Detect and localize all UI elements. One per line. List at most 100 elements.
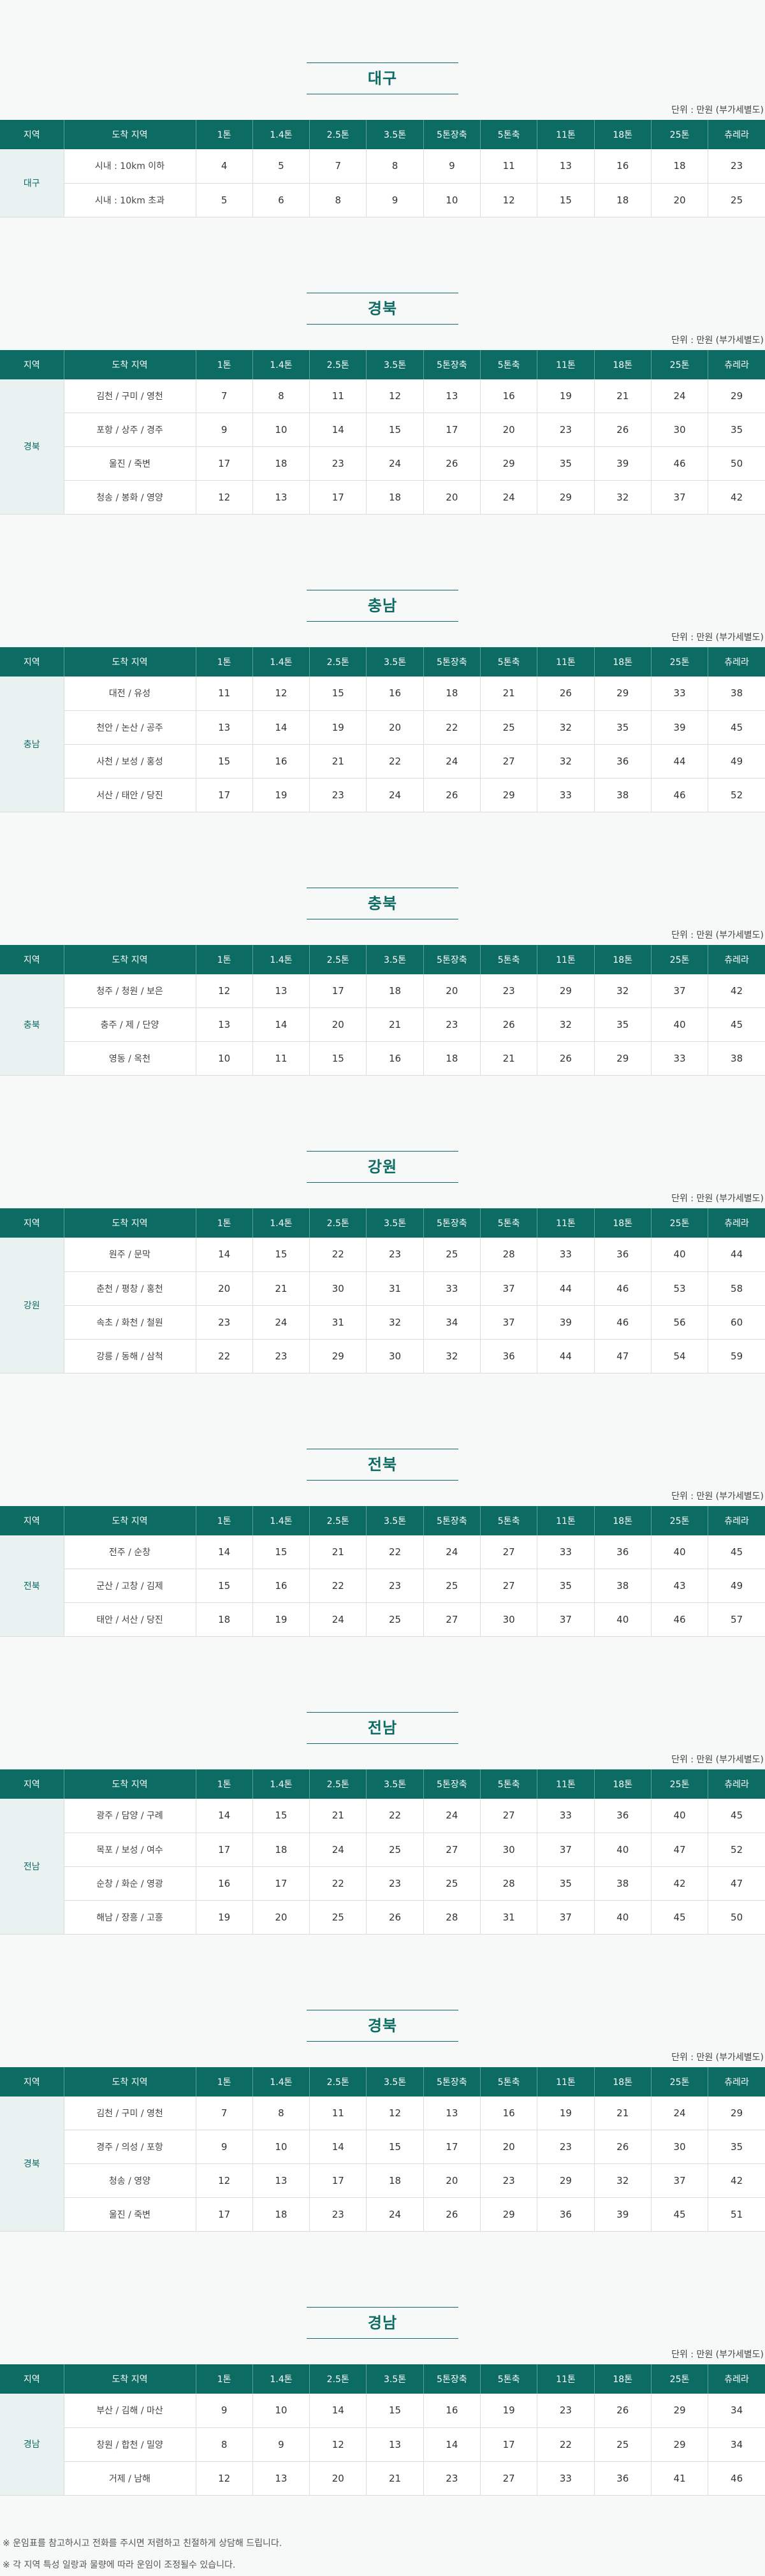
rate-cell: 23 (366, 1238, 424, 1272)
column-header: 18톤 (594, 2364, 652, 2394)
column-header: 츄레라 (708, 647, 765, 677)
column-header: 1.4톤 (252, 2067, 310, 2097)
rate-cell: 26 (423, 2197, 481, 2232)
rate-cell: 16 (196, 1866, 253, 1901)
rate-cell: 24 (309, 1602, 367, 1637)
rate-cell: 26 (594, 413, 652, 447)
rate-cell: 46 (651, 1602, 709, 1637)
table-row: 경남 부산 / 김해 / 마산 9 10 14 15 16 19 23 26 29 34 (0, 2394, 765, 2496)
region-title-wrap: 전남 (0, 1712, 765, 1744)
column-header: 3.5톤 (366, 944, 424, 974)
column-header: 25톤 (651, 944, 709, 974)
destination-cell: 전주 / 순창 (64, 1535, 196, 1569)
region-title-wrap: 전북 (0, 1448, 765, 1481)
table-header-row: 지역 도착 지역 1톤 1.4톤 2.5톤 3.5톤 5톤장축 5톤축 11톤 18톤 25톤 츄레라 (0, 1208, 765, 1238)
table-row: 사천 / 보성 / 홍성 15 16 21 22 24 27 32 36 44 49 (0, 744, 765, 779)
rate-cell: 40 (651, 1799, 709, 1833)
rate-cell: 30 (651, 413, 709, 447)
rate-cell: 28 (480, 1238, 538, 1272)
rate-cell: 24 (423, 744, 481, 779)
rate-cell: 32 (366, 1305, 424, 1340)
rate-cell: 33 (537, 1535, 595, 1569)
rate-cell: 30 (309, 1271, 367, 1306)
column-header: 지역 (0, 944, 64, 974)
rate-cell: 29 (309, 1339, 367, 1373)
rate-cell: 23 (309, 2197, 367, 2232)
rate-cell: 13 (423, 379, 481, 413)
rate-cell: 23 (366, 1866, 424, 1901)
rate-cell: 46 (651, 446, 709, 481)
rate-cell: 12 (196, 974, 253, 1008)
table-header-row: 지역 도착 지역 1톤 1.4톤 2.5톤 3.5톤 5톤장축 5톤축 11톤 18톤 25톤 츄레라 (0, 944, 765, 974)
rate-cell: 27 (480, 1535, 538, 1569)
rate-cell: 12 (366, 379, 424, 413)
unit-label: 단위 : 만원 (부가세별도) (671, 2052, 764, 2063)
rate-cell: 10 (252, 2130, 310, 2164)
rate-cell: 30 (366, 1339, 424, 1373)
rate-cell: 26 (594, 2130, 652, 2164)
rate-cell: 24 (651, 2096, 709, 2130)
rate-cell: 42 (708, 2163, 765, 2198)
rate-cell: 25 (708, 183, 765, 217)
table-row: 경북 김천 / 구미 / 영천 7 8 11 12 13 16 19 21 24 29 (0, 379, 765, 515)
rate-cell: 38 (594, 1569, 652, 1603)
rate-cell: 33 (537, 1238, 595, 1272)
rate-cell: 8 (366, 149, 424, 184)
rate-cell: 45 (651, 2197, 709, 2232)
rate-cell: 17 (196, 1833, 253, 1867)
rate-cell: 13 (252, 974, 310, 1008)
rate-cell: 20 (423, 974, 481, 1008)
column-header: 5톤장축 (423, 647, 481, 677)
destination-cell: 창원 / 합천 / 밀양 (64, 2427, 196, 2462)
rate-cell: 40 (651, 1238, 709, 1272)
table-row: 창원 / 합천 / 밀양 8 9 12 13 14 17 22 25 29 34 (0, 2427, 765, 2462)
rate-cell: 18 (366, 974, 424, 1008)
rate-cell: 10 (423, 183, 481, 217)
rate-cell: 37 (651, 974, 709, 1008)
rate-cell: 15 (196, 1569, 253, 1603)
rate-cell: 9 (366, 183, 424, 217)
rate-cell: 44 (537, 1339, 595, 1373)
rate-cell: 23 (423, 2461, 481, 2496)
unit-label: 단위 : 만원 (부가세별도) (671, 2350, 764, 2360)
rate-cell: 12 (480, 183, 538, 217)
rate-cell: 20 (309, 2461, 367, 2496)
rate-table: 지역 도착 지역 1톤 1.4톤 2.5톤 3.5톤 5톤장축 5톤축 11톤 18톤 25톤 츄레라… (0, 120, 765, 217)
region-title: 충남 (307, 590, 458, 622)
region-cell: 충북 (0, 974, 64, 1076)
rate-cell: 42 (708, 974, 765, 1008)
region-section: 충남 단위 : 만원 (부가세별도) 지역 도착 지역 1톤 1.4톤 2.5톤 3.5톤 5톤… (0, 590, 765, 812)
rate-cell: 25 (480, 710, 538, 745)
rate-cell: 32 (594, 2163, 652, 2198)
column-header: 2.5톤 (309, 2067, 367, 2097)
rate-cell: 40 (651, 1007, 709, 1042)
column-header: 도착 지역 (64, 120, 196, 149)
rate-cell: 46 (594, 1271, 652, 1306)
rate-cell: 30 (480, 1602, 538, 1637)
rate-cell: 12 (196, 2163, 253, 2198)
region-cell: 경남 (0, 2394, 64, 2496)
column-header: 5톤축 (480, 349, 538, 379)
rate-cell: 34 (708, 2427, 765, 2462)
rate-cell: 21 (594, 2096, 652, 2130)
unit-label: 단위 : 만원 (부가세별도) (671, 1755, 764, 1765)
column-header: 지역 (0, 120, 64, 149)
rate-cell: 36 (594, 744, 652, 779)
rate-cell: 58 (708, 1271, 765, 1306)
rate-cell: 11 (309, 379, 367, 413)
region-cell: 충남 (0, 677, 64, 812)
rate-cell: 37 (651, 480, 709, 515)
column-header: 1톤 (196, 120, 253, 149)
rate-cell: 23 (252, 1339, 310, 1373)
destination-cell: 영동 / 옥천 (64, 1041, 196, 1076)
rate-cell: 23 (423, 1007, 481, 1042)
rate-cell: 24 (651, 379, 709, 413)
rate-cell: 20 (480, 2130, 538, 2164)
rate-cell: 10 (252, 413, 310, 447)
rate-cell: 37 (651, 2163, 709, 2198)
rate-cell: 15 (366, 413, 424, 447)
destination-cell: 천안 / 논산 / 공주 (64, 710, 196, 745)
region-title: 충북 (307, 887, 458, 919)
column-header: 지역 (0, 2067, 64, 2097)
rate-cell: 17 (196, 2197, 253, 2232)
